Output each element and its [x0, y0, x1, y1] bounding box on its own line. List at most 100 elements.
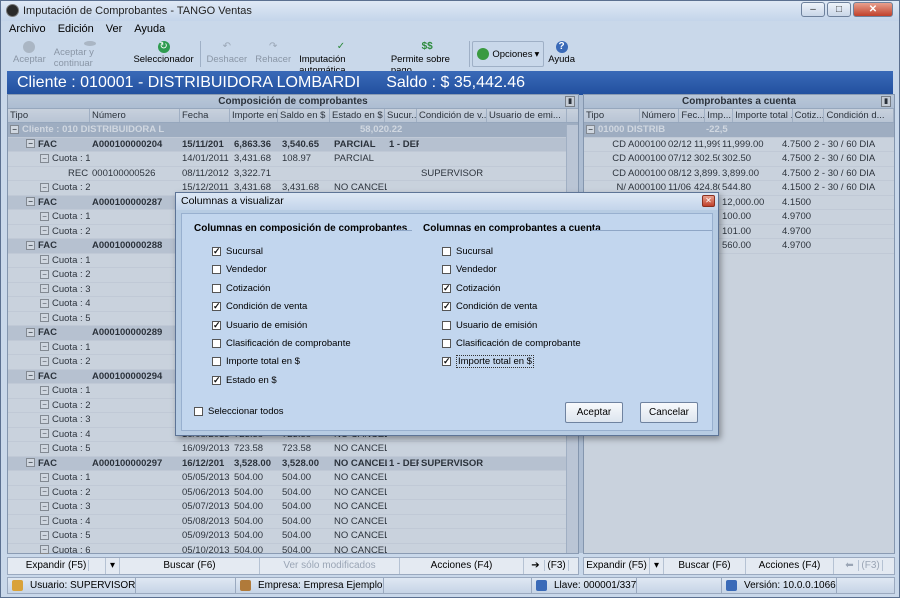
wand-icon: ✓: [336, 41, 346, 52]
checkbox-box[interactable]: [442, 320, 451, 330]
option-label: Vendedor: [226, 264, 267, 276]
chevron-down-icon[interactable]: ▾: [650, 558, 664, 574]
undo-icon: ↶: [222, 41, 232, 52]
seleccionador-button[interactable]: ↻ Seleccionador: [129, 39, 197, 69]
left-option[interactable]: ✓ Estado en $: [212, 374, 277, 387]
deshacer-button[interactable]: ↶ Deshacer: [203, 39, 252, 69]
refresh-icon: ↻: [157, 41, 170, 53]
status-empresa: Empresa: Empresa Ejemplo: [236, 577, 532, 594]
divider: [392, 230, 412, 231]
cuenta-buscar-button[interactable]: Buscar (F6): [664, 558, 746, 574]
composicion-actions: Expandir (F5) ▾ Buscar (F6) Ver sólo mod…: [7, 557, 579, 575]
right-option[interactable]: Vendedor: [442, 263, 497, 276]
checkbox-box[interactable]: [212, 265, 221, 275]
left-option[interactable]: Clasificación de comprobante: [212, 337, 351, 350]
menu-ver[interactable]: Ver: [106, 23, 123, 39]
option-label: Importe total en $: [456, 355, 534, 369]
expandir-button[interactable]: Expandir (F5): [8, 558, 106, 574]
main-window: Imputación de Comprobantes - TANGO Venta…: [0, 0, 900, 598]
checkbox-box[interactable]: [442, 247, 451, 256]
left-option[interactable]: Importe total en $: [212, 355, 300, 368]
option-label: Clasificación de comprobante: [456, 338, 581, 349]
left-option[interactable]: Vendedor: [212, 263, 267, 276]
left-option[interactable]: ✓ Sucursal: [212, 245, 263, 258]
close-button[interactable]: ✕: [853, 2, 893, 17]
aceptar-button[interactable]: Aceptar: [9, 39, 50, 69]
buscar-button[interactable]: Buscar (F6): [120, 558, 260, 574]
app-icon: [6, 4, 19, 17]
option-label: Condición de venta: [226, 301, 308, 313]
option-label: Condición de venta: [456, 301, 538, 313]
checkbox-box[interactable]: ✓: [212, 320, 221, 330]
client-header: Cliente : 010001 - DISTRIBUIDORA LOMBARD…: [7, 71, 893, 95]
chevron-down-icon: ▾: [534, 48, 540, 60]
f3-button[interactable]: ➔ (F3): [524, 558, 574, 574]
option-label: Vendedor: [456, 264, 497, 276]
ver-modificados-button[interactable]: Ver sólo modificados: [260, 558, 400, 574]
dialog-aceptar-button[interactable]: Aceptar: [565, 402, 623, 423]
checkbox-box[interactable]: ✓: [212, 247, 221, 256]
user-icon: [12, 580, 23, 591]
menu-archivo[interactable]: Archivo: [9, 23, 46, 39]
checkbox-box[interactable]: ✓: [442, 302, 451, 312]
maximize-button[interactable]: □: [827, 2, 851, 17]
option-label: Cotización: [226, 282, 271, 294]
right-option[interactable]: ✓ Cotización: [442, 282, 500, 295]
left-option[interactable]: ✓ Usuario de emisión: [212, 319, 307, 332]
right-option[interactable]: Usuario de emisión: [442, 319, 537, 332]
check-forward-icon: [83, 41, 96, 46]
minimize-button[interactable]: –: [801, 2, 825, 17]
option-label: Importe total en $: [226, 356, 300, 368]
option-label: Estado en $: [226, 374, 277, 386]
left-option[interactable]: ✓ Condición de venta: [212, 300, 307, 313]
cuenta-actions: Expandir (F5) ▾ Buscar (F6) Acciones (F4…: [583, 557, 895, 575]
seleccionar-todos-checkbox[interactable]: Seleccionar todos: [194, 405, 284, 418]
checkbox-box[interactable]: ✓: [212, 375, 221, 385]
cuenta-expandir-button[interactable]: Expandir (F5): [584, 558, 650, 574]
imputacion-button[interactable]: ✓Imputación automática: [295, 39, 387, 76]
right-option[interactable]: Sucursal: [442, 245, 493, 258]
arrow-left-icon: ⬅: [843, 560, 860, 571]
permite-sobre-pago-button[interactable]: $$Permite sobre pago: [387, 39, 468, 76]
right-option[interactable]: Clasificación de comprobante: [442, 337, 581, 350]
window-title: Imputación de Comprobantes - TANGO Venta…: [23, 5, 252, 17]
cuenta-f3-button[interactable]: ⬅ (F3): [834, 558, 892, 574]
menu-bar: Archivo Edición Ver Ayuda: [9, 23, 165, 39]
dialog-cancelar-button[interactable]: Cancelar: [640, 402, 698, 423]
option-label: Cotización: [456, 282, 501, 294]
right-option[interactable]: ✓ Condición de venta: [442, 300, 537, 313]
menu-ayuda[interactable]: Ayuda: [134, 23, 165, 39]
option-label: Clasificación de comprobante: [226, 338, 351, 349]
right-option[interactable]: ✓ Importe total en $: [442, 355, 534, 369]
key-icon: [536, 580, 547, 591]
chevron-down-icon[interactable]: ▾: [106, 558, 120, 574]
checkbox-box[interactable]: [212, 283, 221, 293]
dialog-close-button[interactable]: ✕: [702, 195, 715, 207]
checkbox-box[interactable]: [212, 339, 221, 348]
option-label: Usuario de emisión: [456, 319, 538, 331]
toolbar: Aceptar Aceptar y continuar ↻ Seleccionad…: [9, 39, 579, 76]
arrow-right-icon: ➔: [529, 560, 546, 571]
checkbox-box[interactable]: [442, 339, 451, 348]
left-option[interactable]: Cotización: [212, 282, 270, 295]
aceptar-continuar-button[interactable]: Aceptar y continuar: [50, 39, 130, 69]
help-icon: ?: [555, 41, 568, 53]
status-version: Versión: 10.0.0.1066: [722, 577, 894, 594]
checkbox-box[interactable]: [194, 407, 203, 416]
checkbox-box[interactable]: [212, 357, 221, 367]
cuenta-acciones-button[interactable]: Acciones (F4): [746, 558, 834, 574]
checkbox-box[interactable]: ✓: [442, 357, 451, 367]
money-icon: $$: [421, 41, 433, 52]
client-name: Cliente : 010001 - DISTRIBUIDORA LOMBARD…: [17, 74, 361, 91]
opciones-button[interactable]: Opciones ▾: [472, 41, 545, 67]
rehacer-button[interactable]: ↷ Rehacer: [251, 39, 295, 69]
acciones-button[interactable]: Acciones (F4): [400, 558, 524, 574]
checkbox-box[interactable]: ✓: [442, 283, 451, 293]
left-section-title: Columnas en composición de comprobantes: [194, 223, 408, 234]
dialog-body: Columnas en composición de comprobantes …: [181, 213, 713, 431]
checkbox-box[interactable]: ✓: [212, 302, 221, 312]
ayuda-button[interactable]: ? Ayuda: [544, 39, 579, 69]
option-label: Usuario de emisión: [226, 319, 308, 331]
menu-edicion[interactable]: Edición: [58, 23, 94, 39]
checkbox-box[interactable]: [442, 265, 451, 275]
